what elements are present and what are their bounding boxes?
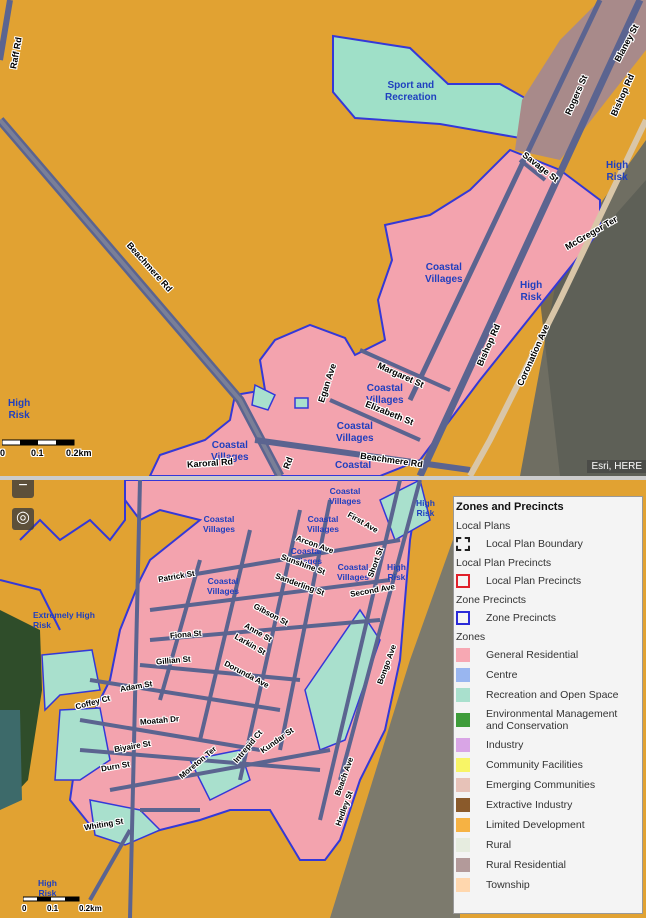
legend-zone-item: Industry (454, 735, 642, 755)
label-high-risk: High Risk (416, 498, 435, 518)
legend-zone-label: Rural Residential (486, 859, 566, 871)
label-high-risk: High Risk (520, 280, 543, 303)
scale-zero: 0 (22, 904, 27, 913)
legend-zone-label: General Residential (486, 649, 579, 661)
legend-zone-item: Centre (454, 665, 642, 685)
red-outline-square-icon (456, 574, 470, 588)
label-coastal-villages: Coastal Villages (207, 576, 239, 596)
scale-end: 0.2km (66, 448, 92, 458)
legend-zone-label: Environmental Management and Conservation (486, 708, 618, 732)
legend-zone-item: Extractive Industry (454, 795, 642, 815)
legend-zone-item: Emerging Communities (454, 775, 642, 795)
legend-item-zone-precincts: Zone Precincts (454, 608, 642, 628)
label-coastal-villages: Coastal Villages (203, 514, 235, 534)
scale-zero: 0 (0, 448, 6, 458)
legend-zone-label: Emerging Communities (486, 779, 596, 791)
legend-zone-item: Environmental Management and Conservation (454, 705, 642, 735)
label-high-risk: High Risk (387, 562, 406, 582)
legend-zone-label: Rural (486, 839, 512, 851)
label-high-risk: High Risk (606, 160, 629, 183)
label-extremely-high-risk: Extremely High Risk (33, 610, 95, 630)
locate-button[interactable]: ◎ (12, 508, 34, 530)
label-coastal-villages: Coastal Villages (337, 562, 369, 582)
zoom-out-button[interactable]: − (12, 480, 34, 498)
zone-color-swatch (456, 878, 470, 892)
blue-outline-square-icon (456, 611, 470, 625)
legend-panel: Zones and Precincts Local Plans Local Pl… (453, 496, 643, 914)
legend-title: Zones and Precincts (456, 501, 564, 513)
zone-color-swatch (456, 798, 470, 812)
zone-color-swatch (456, 858, 470, 872)
label-coastal: Coastal (335, 460, 372, 471)
zone-color-swatch (456, 838, 470, 852)
legend-zone-label: Community Facilities (486, 759, 583, 771)
zone-color-swatch (456, 713, 470, 727)
label-coastal-villages: Coastal Villages (329, 486, 361, 506)
label-high-risk: High Risk (8, 398, 31, 421)
legend-zone-label: Township (486, 879, 530, 891)
map-attribution: Esri, HERE (587, 460, 646, 473)
scale-end: 0.2km (79, 904, 102, 913)
top-map-canvas[interactable] (0, 0, 646, 476)
legend-zone-item: Rural (454, 835, 642, 855)
legend-zone-label: Recreation and Open Space (486, 689, 619, 701)
dashed-square-icon (456, 537, 470, 551)
zone-color-swatch (456, 758, 470, 772)
zone-color-swatch (456, 648, 470, 662)
legend-zone-item: Recreation and Open Space (454, 685, 642, 705)
legend-item-local-plan-boundary: Local Plan Boundary (454, 534, 642, 554)
zone-color-swatch (456, 688, 470, 702)
legend-zone-item: Township (454, 875, 642, 895)
legend-zone-label: Limited Development (486, 819, 585, 831)
legend-section-local-plans: Local Plans (456, 520, 511, 532)
legend-zone-item: Limited Development (454, 815, 642, 835)
legend-zone-label: Extractive Industry (486, 799, 573, 811)
legend-zone-item: General Residential (454, 645, 642, 665)
scale-mid: 0.1 (31, 448, 44, 458)
legend-zone-item: Rural Residential (454, 855, 642, 875)
label-coastal-villages: Coastal Villages (307, 514, 339, 534)
top-map[interactable]: Sport and Recreation Coastal Villages Coas… (0, 0, 646, 476)
label-coastal-villages: Coastal Villages (336, 421, 374, 444)
legend-item-local-plan-precincts: Local Plan Precincts (454, 571, 642, 591)
legend-zone-label: Centre (486, 669, 518, 681)
zone-color-swatch (456, 818, 470, 832)
label-coastal-villages: Coastal Villages (425, 262, 463, 285)
zone-list: General Residential Centre Recreation and … (454, 645, 642, 895)
label-sport-recreation: Sport and Recreation (385, 80, 437, 103)
legend-section-local-plan-precincts: Local Plan Precincts (456, 557, 552, 569)
zone-color-swatch (456, 778, 470, 792)
scale-mid: 0.1 (47, 904, 59, 913)
zone-color-swatch (456, 738, 470, 752)
zone-color-swatch (456, 668, 470, 682)
legend-zone-label: Industry (486, 739, 524, 751)
legend-section-zones: Zones (456, 631, 486, 643)
legend-section-zone-precincts: Zone Precincts (456, 594, 527, 606)
legend-zone-item: Community Facilities (454, 755, 642, 775)
